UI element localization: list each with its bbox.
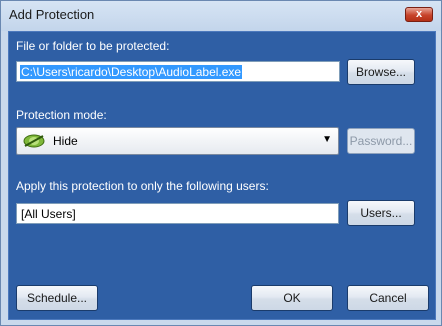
protection-mode-value: Hide <box>53 134 78 148</box>
protection-mode-select[interactable]: Hide ▼ <box>16 127 339 155</box>
users-value: [All Users] <box>21 207 76 221</box>
file-path-value: C:\Users\ricardo\Desktop\AudioLabel.exe <box>20 65 243 79</box>
cancel-button[interactable]: Cancel <box>347 285 429 311</box>
add-protection-dialog: Add Protection x File or folder to be pr… <box>0 0 442 326</box>
file-label: File or folder to be protected: <box>16 39 170 53</box>
close-icon: x <box>415 8 423 20</box>
chevron-down-icon[interactable]: ▼ <box>322 134 332 145</box>
close-button[interactable]: x <box>405 7 433 22</box>
users-button[interactable]: Users... <box>347 200 415 226</box>
users-field[interactable]: [All Users] <box>16 203 339 224</box>
users-label: Apply this protection to only the follow… <box>16 179 269 193</box>
protection-mode-label: Protection mode: <box>16 108 107 122</box>
file-path-field[interactable]: C:\Users\ricardo\Desktop\AudioLabel.exe <box>16 61 340 82</box>
schedule-button[interactable]: Schedule... <box>16 285 98 311</box>
password-button[interactable]: Password... <box>347 128 415 154</box>
eye-hidden-icon <box>23 134 45 148</box>
ok-button[interactable]: OK <box>251 285 333 311</box>
window-title: Add Protection <box>9 7 95 22</box>
title-bar[interactable]: Add Protection x <box>1 1 441 31</box>
dialog-body: File or folder to be protected: C:\Users… <box>8 31 436 320</box>
browse-button[interactable]: Browse... <box>347 59 415 85</box>
